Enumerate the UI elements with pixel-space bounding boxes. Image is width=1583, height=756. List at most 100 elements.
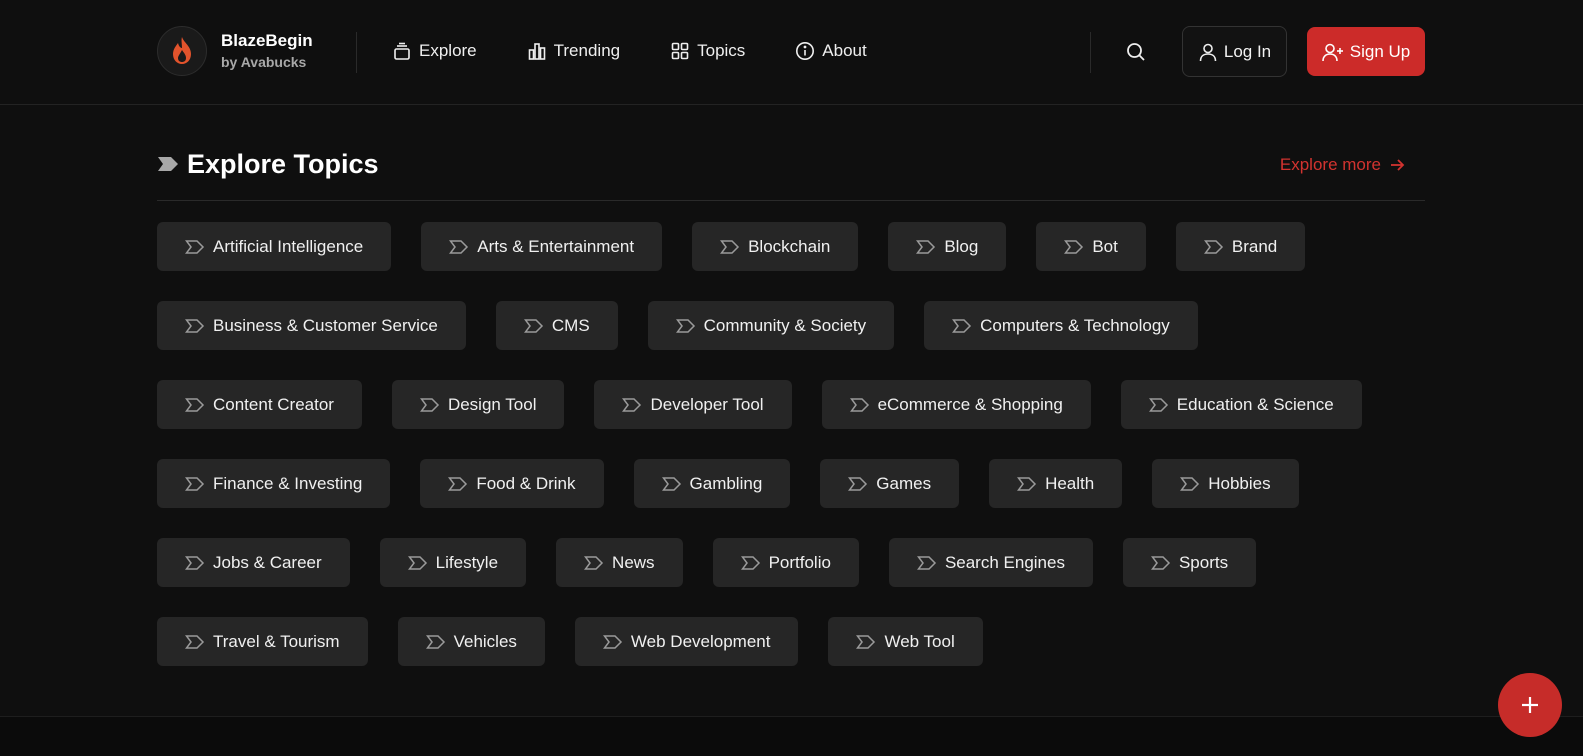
- topic-chip[interactable]: Gambling: [633, 459, 791, 508]
- header-divider: [356, 32, 357, 73]
- nav-topics[interactable]: Topics: [670, 41, 745, 61]
- topic-chip[interactable]: News: [556, 538, 683, 587]
- topic-chip[interactable]: CMS: [495, 301, 618, 350]
- search-icon: [1127, 43, 1145, 61]
- tag-outline-icon: [584, 555, 604, 570]
- topic-chip-label: Developer Tool: [650, 394, 764, 414]
- brand-subtitle: by Avabucks: [221, 54, 307, 70]
- tag-outline-icon: [952, 318, 972, 333]
- topic-chip[interactable]: Finance & Investing: [157, 459, 391, 508]
- topic-chip-label: Travel & Tourism: [213, 631, 340, 651]
- topic-chip-label: Education & Science: [1176, 394, 1334, 414]
- tag-outline-icon: [185, 555, 205, 570]
- topic-chip-label: Content Creator: [213, 394, 334, 414]
- topic-chip-label: Gambling: [689, 473, 763, 493]
- top-header: BlazeBegin by Avabucks Explore Trending …: [0, 0, 1583, 105]
- topic-chip[interactable]: Search Engines: [888, 538, 1093, 587]
- page-title: Explore Topics: [187, 149, 379, 179]
- tag-outline-icon: [1203, 239, 1223, 254]
- topic-chip[interactable]: Computers & Technology: [924, 301, 1198, 350]
- topic-chip[interactable]: Content Creator: [157, 380, 362, 429]
- topic-chip-label: Web Development: [630, 631, 771, 651]
- topic-chip[interactable]: Education & Science: [1120, 380, 1362, 429]
- arrow-right-icon: [1391, 159, 1405, 171]
- topic-chip[interactable]: Arts & Entertainment: [421, 222, 663, 271]
- topic-chip-label: Food & Drink: [476, 473, 576, 493]
- add-button[interactable]: [1498, 673, 1562, 737]
- tag-outline-icon: [720, 239, 740, 254]
- tag-outline-icon: [1150, 555, 1171, 570]
- explore-more-link[interactable]: Explore more: [1280, 155, 1405, 175]
- topic-chip-label: Search Engines: [944, 552, 1065, 572]
- tag-icon: [158, 157, 178, 171]
- topic-chip[interactable]: Artificial Intelligence: [157, 222, 392, 271]
- topic-chip[interactable]: Blockchain: [692, 222, 859, 271]
- topic-chip[interactable]: Developer Tool: [594, 380, 792, 429]
- nav-about[interactable]: About: [795, 41, 867, 61]
- tag-outline-icon: [916, 555, 936, 570]
- topic-chip-label: Community & Society: [703, 315, 867, 335]
- topic-chip-label: Vehicles: [453, 631, 517, 651]
- topic-chip-label: Web Tool: [884, 631, 955, 651]
- topic-chip[interactable]: Web Development: [574, 617, 799, 666]
- topic-chip[interactable]: Portfolio: [712, 538, 859, 587]
- brand-name: BlazeBegin: [221, 31, 313, 50]
- topic-chip-label: Business & Customer Service: [213, 315, 438, 335]
- explore-more-label: Explore more: [1279, 155, 1381, 174]
- topic-chip-label: Design Tool: [447, 394, 537, 414]
- bar-chart-icon: [528, 43, 545, 60]
- tag-outline-icon: [419, 397, 440, 412]
- topic-chip[interactable]: Community & Society: [647, 301, 895, 350]
- stack-icon: [394, 42, 410, 60]
- brand[interactable]: BlazeBegin by Avabucks: [157, 26, 313, 76]
- topic-chip[interactable]: Health: [989, 459, 1123, 508]
- topic-chip[interactable]: Blog: [888, 222, 1007, 271]
- nav-trending[interactable]: Trending: [527, 41, 620, 61]
- topic-chip[interactable]: Hobbies: [1152, 459, 1299, 508]
- topic-chip[interactable]: Web Tool: [828, 617, 983, 666]
- topic-chip[interactable]: Jobs & Career: [157, 538, 350, 587]
- topic-chip[interactable]: Bot: [1036, 222, 1146, 271]
- topic-chip-label: Bot: [1092, 236, 1118, 256]
- tag-outline-icon: [622, 397, 642, 412]
- tag-outline-icon: [425, 634, 445, 649]
- plus-icon: [1522, 697, 1538, 713]
- topic-chip[interactable]: Vehicles: [397, 617, 545, 666]
- topic-row: Artificial Intelligence Arts & Entertainm…: [157, 222, 1335, 271]
- topic-chip-label: News: [612, 552, 655, 572]
- topic-chip[interactable]: Travel & Tourism: [157, 617, 368, 666]
- topic-chip[interactable]: Design Tool: [391, 380, 565, 429]
- grid-icon: [671, 42, 689, 60]
- topic-chip[interactable]: Games: [820, 459, 960, 508]
- tag-outline-icon: [185, 239, 205, 254]
- tag-outline-icon: [856, 634, 876, 649]
- topic-chip-label: Portfolio: [768, 552, 831, 572]
- topic-chip[interactable]: Sports: [1122, 538, 1257, 587]
- topic-chip-label: Sports: [1178, 552, 1229, 572]
- nav-label: Explore: [419, 41, 477, 60]
- nav-explore[interactable]: Explore: [392, 41, 477, 61]
- info-icon: [796, 42, 815, 60]
- main-nav: Explore Trending Topics About: [392, 37, 917, 65]
- topic-row: Finance & Investing Food & Drink Gambling G…: [157, 459, 1329, 508]
- topic-chip-label: Games: [876, 473, 932, 493]
- nav-label: About: [822, 41, 867, 60]
- topic-chip[interactable]: Food & Drink: [420, 459, 604, 508]
- tag-outline-icon: [849, 397, 869, 412]
- topic-chip[interactable]: Brand: [1175, 222, 1306, 271]
- topic-chip-label: Lifestyle: [435, 552, 499, 572]
- topic-chip-label: Brand: [1231, 236, 1278, 256]
- login-button[interactable]: Log In: [1182, 26, 1287, 77]
- topic-chip-label: Health: [1045, 473, 1095, 493]
- topic-chip-label: Artificial Intelligence: [213, 236, 364, 256]
- tag-outline-icon: [185, 318, 205, 333]
- tag-outline-icon: [1064, 239, 1084, 254]
- tag-outline-icon: [1148, 397, 1168, 412]
- topic-chip-label: CMS: [551, 315, 590, 335]
- topic-chip[interactable]: eCommerce & Shopping: [821, 380, 1091, 429]
- signup-button[interactable]: Sign Up: [1307, 27, 1425, 76]
- user-icon: [1199, 43, 1217, 61]
- topic-chip[interactable]: Lifestyle: [379, 538, 527, 587]
- topic-chip[interactable]: Business & Customer Service: [157, 301, 466, 350]
- search-button[interactable]: [1124, 38, 1148, 66]
